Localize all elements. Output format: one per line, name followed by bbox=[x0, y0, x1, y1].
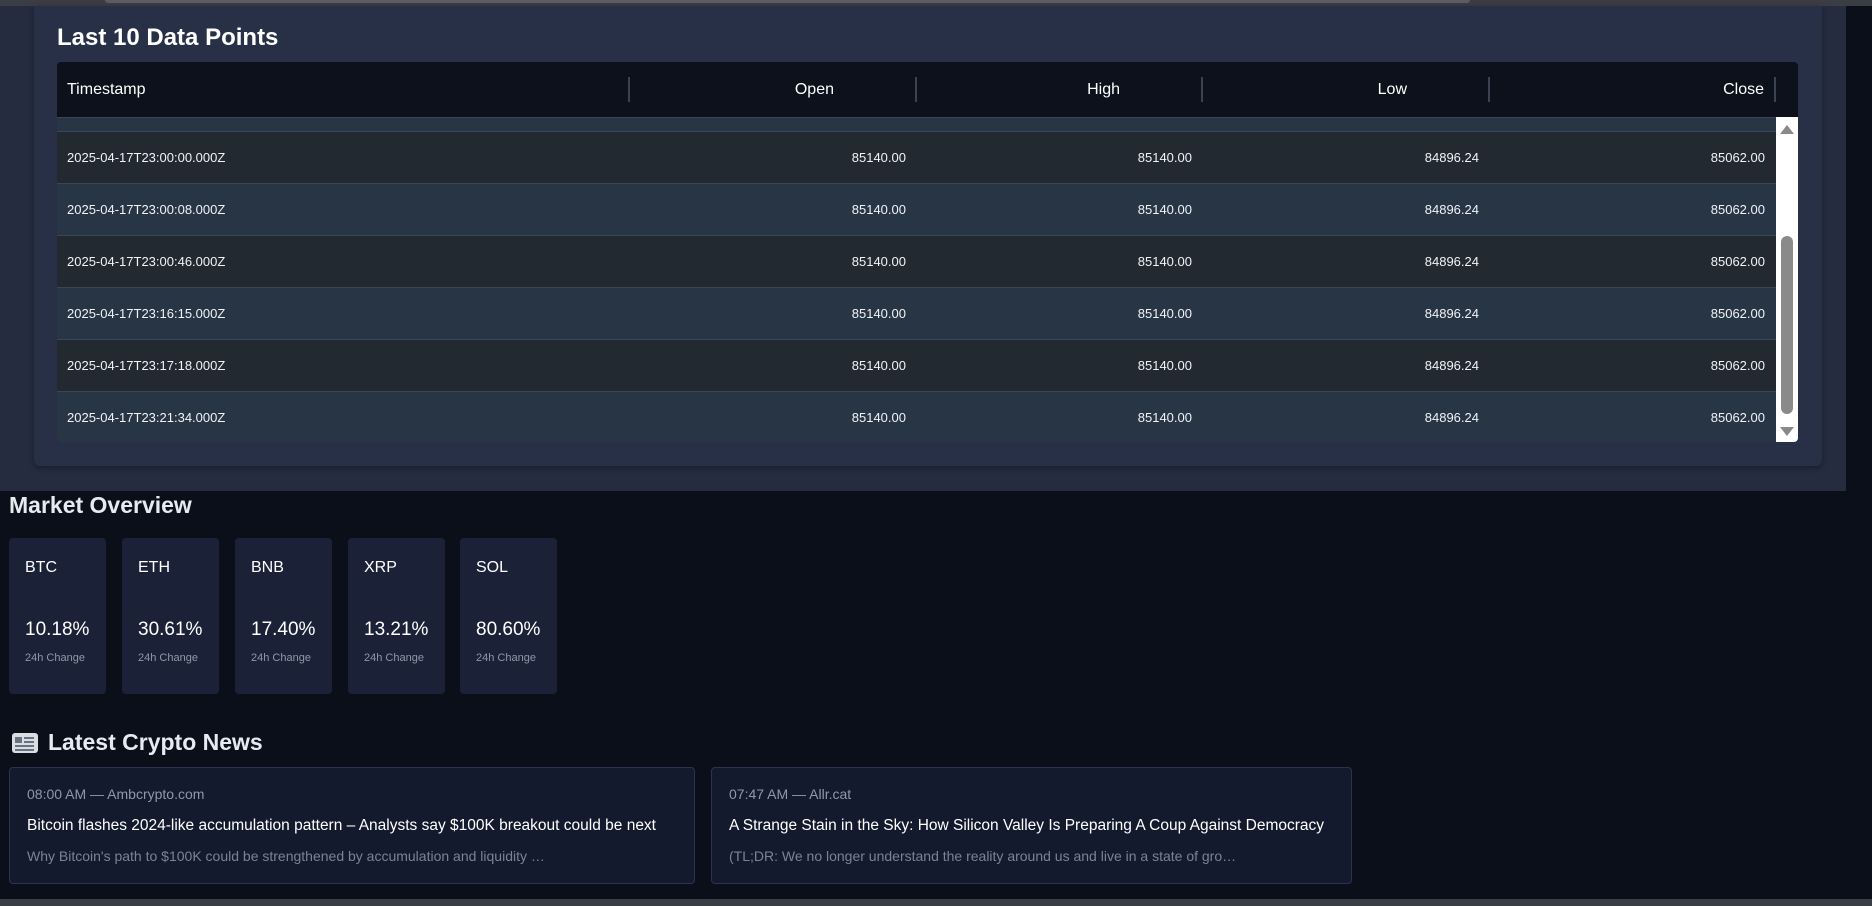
news-meta: 07:47 AM — Allr.cat bbox=[729, 786, 852, 802]
cell-timestamp: 2025-04-17T23:00:08.000Z bbox=[67, 202, 226, 217]
column-header-low[interactable]: Low bbox=[1209, 62, 1407, 117]
column-header-open[interactable]: Open bbox=[636, 62, 834, 117]
cell-low: 84896.24 bbox=[1424, 306, 1479, 321]
market-card-sol[interactable]: SOL 80.60% 24h Change bbox=[460, 538, 557, 694]
table-body: 2025-04-17T23:00:00.000Z 85140.00 85140.… bbox=[57, 117, 1776, 442]
column-resize-handle[interactable] bbox=[1774, 77, 1776, 102]
table-row[interactable]: 2025-04-17T23:00:46.000Z 85140.00 85140.… bbox=[57, 235, 1776, 287]
cell-high: 85140.00 bbox=[1137, 306, 1192, 321]
cell-timestamp: 2025-04-17T23:00:00.000Z bbox=[67, 150, 226, 165]
news-headline-link[interactable]: Bitcoin flashes 2024-like accumulation p… bbox=[27, 817, 656, 835]
card-change-label: 24h Change bbox=[364, 652, 424, 664]
card-change-label: 24h Change bbox=[251, 652, 311, 664]
scrollbar-thumb[interactable] bbox=[1781, 236, 1793, 414]
news-section-title: Latest Crypto News bbox=[48, 729, 263, 755]
newspaper-icon bbox=[12, 733, 38, 753]
table-row[interactable]: 2025-04-17T23:17:18.000Z 85140.00 85140.… bbox=[57, 339, 1776, 391]
window-bottom-chrome bbox=[0, 899, 1872, 906]
cell-close: 85062.00 bbox=[1710, 254, 1765, 269]
cell-low: 84896.24 bbox=[1424, 358, 1479, 373]
table-row-partial bbox=[57, 117, 1776, 131]
column-header-close[interactable]: Close bbox=[1496, 62, 1764, 117]
card-change-label: 24h Change bbox=[138, 652, 198, 664]
cell-open: 85140.00 bbox=[851, 306, 906, 321]
table-row[interactable]: 2025-04-17T23:16:15.000Z 85140.00 85140.… bbox=[57, 287, 1776, 339]
market-card-bnb[interactable]: BNB 17.40% 24h Change bbox=[235, 538, 332, 694]
market-card-eth[interactable]: ETH 30.61% 24h Change bbox=[122, 538, 219, 694]
cell-timestamp: 2025-04-17T23:16:15.000Z bbox=[67, 306, 226, 321]
cell-close: 85062.00 bbox=[1710, 358, 1765, 373]
card-symbol: XRP bbox=[364, 559, 397, 576]
cell-low: 84896.24 bbox=[1424, 254, 1479, 269]
column-resize-handle[interactable] bbox=[915, 77, 917, 102]
cell-close: 85062.00 bbox=[1710, 410, 1765, 425]
card-symbol: SOL bbox=[476, 559, 509, 576]
column-resize-handle[interactable] bbox=[628, 77, 630, 102]
column-resize-handle[interactable] bbox=[1201, 77, 1203, 102]
card-change: 30.61% bbox=[138, 619, 203, 640]
cell-low: 84896.24 bbox=[1424, 410, 1479, 425]
cell-high: 85140.00 bbox=[1137, 150, 1192, 165]
cell-open: 85140.00 bbox=[851, 358, 906, 373]
cell-high: 85140.00 bbox=[1137, 358, 1192, 373]
data-points-title: Last 10 Data Points bbox=[57, 24, 279, 51]
data-points-table: Timestamp Open High Low Close 2025-04-17… bbox=[57, 62, 1798, 442]
cell-open: 85140.00 bbox=[851, 150, 906, 165]
cell-close: 85062.00 bbox=[1710, 150, 1765, 165]
column-header-timestamp[interactable]: Timestamp bbox=[67, 62, 146, 117]
cell-open: 85140.00 bbox=[851, 254, 906, 269]
news-headline-link[interactable]: A Strange Stain in the Sky: How Silicon … bbox=[729, 817, 1324, 835]
news-card[interactable]: 08:00 AM — Ambcrypto.com Bitcoin flashes… bbox=[9, 767, 695, 884]
scroll-up-arrow-icon[interactable] bbox=[1780, 125, 1794, 134]
scroll-down-arrow-icon[interactable] bbox=[1780, 427, 1794, 436]
cell-low: 84896.24 bbox=[1424, 202, 1479, 217]
card-change: 13.21% bbox=[364, 619, 429, 640]
card-change-label: 24h Change bbox=[25, 652, 85, 664]
card-symbol: ETH bbox=[138, 559, 170, 576]
card-symbol: BNB bbox=[251, 559, 284, 576]
table-row[interactable]: 2025-04-17T23:00:00.000Z 85140.00 85140.… bbox=[57, 131, 1776, 183]
cell-close: 85062.00 bbox=[1710, 202, 1765, 217]
card-change: 17.40% bbox=[251, 619, 316, 640]
cell-timestamp: 2025-04-17T23:00:46.000Z bbox=[67, 254, 226, 269]
cell-open: 85140.00 bbox=[851, 410, 906, 425]
cell-timestamp: 2025-04-17T23:17:18.000Z bbox=[67, 358, 226, 373]
cell-low: 84896.24 bbox=[1424, 150, 1479, 165]
column-header-high[interactable]: High bbox=[923, 62, 1120, 117]
market-card-btc[interactable]: BTC 10.18% 24h Change bbox=[9, 538, 106, 694]
top-scroll-bar bbox=[105, 0, 1470, 3]
news-meta: 08:00 AM — Ambcrypto.com bbox=[27, 786, 205, 802]
cell-close: 85062.00 bbox=[1710, 306, 1765, 321]
cell-timestamp: 2025-04-17T23:21:34.000Z bbox=[67, 410, 226, 425]
cell-open: 85140.00 bbox=[851, 202, 906, 217]
cell-high: 85140.00 bbox=[1137, 254, 1192, 269]
cell-high: 85140.00 bbox=[1137, 202, 1192, 217]
table-row[interactable]: 2025-04-17T23:21:34.000Z 85140.00 85140.… bbox=[57, 391, 1776, 442]
card-symbol: BTC bbox=[25, 559, 57, 576]
card-change: 80.60% bbox=[476, 619, 541, 640]
table-header: Timestamp Open High Low Close bbox=[57, 62, 1798, 117]
table-scrollbar[interactable] bbox=[1776, 117, 1798, 442]
news-card[interactable]: 07:47 AM — Allr.cat A Strange Stain in t… bbox=[711, 767, 1352, 884]
market-overview-title: Market Overview bbox=[9, 492, 192, 518]
table-row[interactable]: 2025-04-17T23:00:08.000Z 85140.00 85140.… bbox=[57, 183, 1776, 235]
column-resize-handle[interactable] bbox=[1488, 77, 1490, 102]
market-card-xrp[interactable]: XRP 13.21% 24h Change bbox=[348, 538, 445, 694]
card-change: 10.18% bbox=[25, 619, 90, 640]
news-summary: Why Bitcoin's path to $100K could be str… bbox=[27, 848, 545, 864]
card-change-label: 24h Change bbox=[476, 652, 536, 664]
cell-high: 85140.00 bbox=[1137, 410, 1192, 425]
news-summary: (TL;DR: We no longer understand the real… bbox=[729, 848, 1237, 864]
